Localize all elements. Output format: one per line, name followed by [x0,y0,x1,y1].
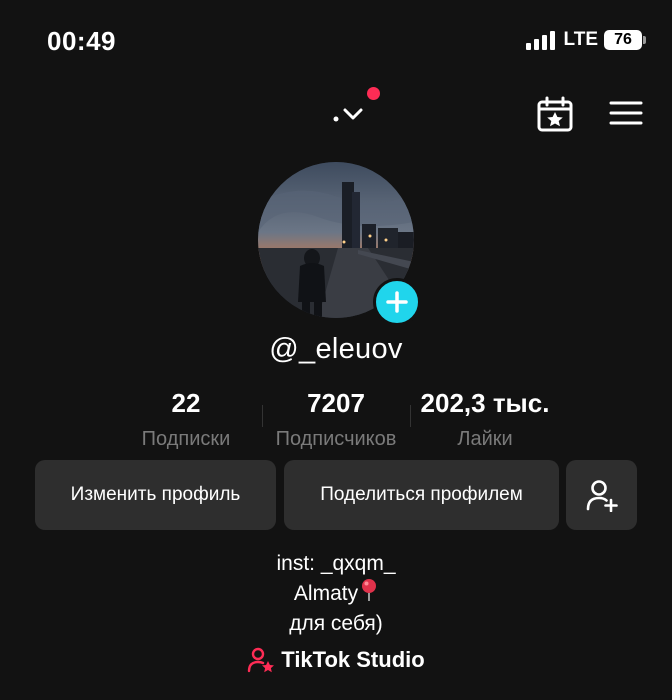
battery-tip [643,36,646,44]
stat-following[interactable]: 22 Подписки [126,388,246,451]
stat-value: 7207 [307,388,365,418]
stat-label: Подписки [141,428,231,450]
battery-icon: 76 [604,30,642,50]
person-star-icon [248,647,275,673]
stat-value: 202,3 тыс. [420,388,550,418]
stat-value: 22 [171,388,201,418]
bio-line-location: Almaty [0,578,672,610]
stat-label: Подписчиков [275,428,397,450]
add-friends-button[interactable] [566,460,637,530]
profile-screen: 00:49 LTE 76 @_eleuov 22 Подписки 7207 П… [0,0,672,700]
share-profile-button[interactable]: Поделиться профилем [284,460,559,530]
status-indicators: LTE 76 [525,28,646,52]
notification-dot [367,87,380,100]
stat-likes[interactable]: 202,3 тыс. Лайки [410,388,560,451]
hamburger-menu-icon[interactable] [609,100,643,126]
bio-location: Almaty [293,582,359,605]
plus-icon [386,291,408,313]
bio: inst: _qxqm_ Almaty для себя) [0,550,672,638]
edit-profile-button[interactable]: Изменить профиль [35,460,276,530]
stat-label: Лайки [457,428,513,450]
stat-divider [262,405,263,427]
account-switcher-button[interactable] [331,100,371,130]
chevron-down-icon [333,108,363,122]
status-time: 00:49 [47,26,116,56]
username: @_eleuov [269,333,403,365]
stat-followers[interactable]: 7207 Подписчиков [266,388,406,451]
round-pushpin-icon [360,578,378,610]
signal-icon [525,30,555,50]
add-story-button[interactable] [373,278,421,326]
person-add-icon [586,480,618,512]
bio-line: inst: _qxqm_ [276,552,396,575]
battery-level: 76 [614,31,632,48]
network-type: LTE [563,29,598,50]
tiktok-studio-link[interactable]: TikTok Studio [0,647,672,673]
calendar-star-icon[interactable] [536,96,574,132]
bio-line: для себя) [289,612,383,635]
tiktok-studio-label: TikTok Studio [281,647,425,672]
